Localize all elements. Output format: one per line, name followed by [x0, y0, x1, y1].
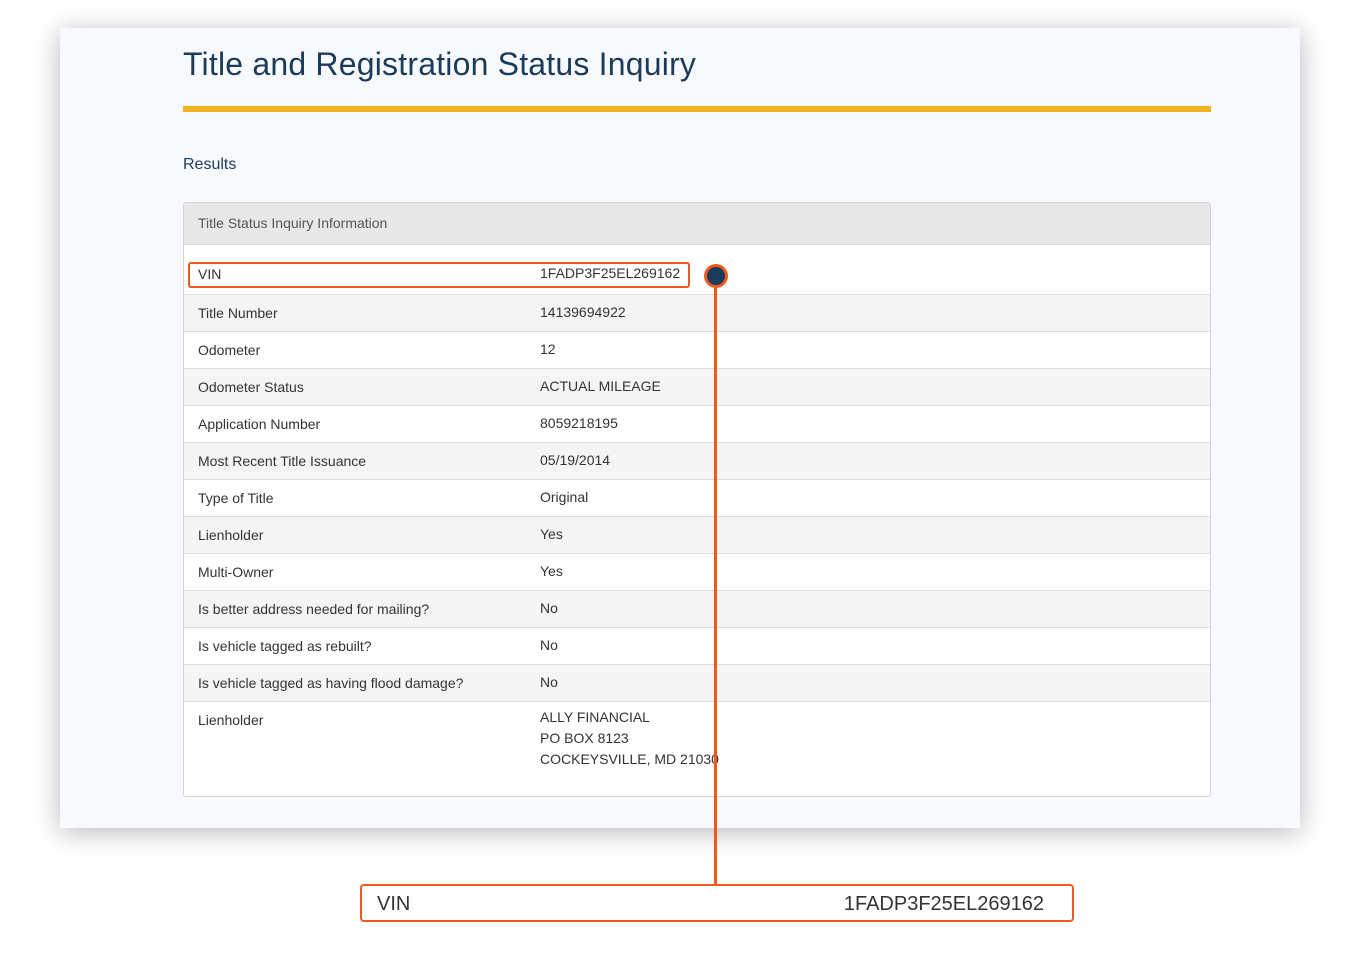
row-value: ACTUAL MILEAGE — [540, 378, 661, 394]
table-row-title-number: Title Number 14139694922 — [184, 294, 1210, 331]
row-label: Most Recent Title Issuance — [198, 453, 367, 469]
page-card: Title and Registration Status Inquiry Re… — [60, 28, 1300, 828]
row-label: Multi-Owner — [198, 564, 274, 580]
table-row-rebuilt: Is vehicle tagged as rebuilt? No — [184, 627, 1210, 664]
address-line: COCKEYSVILLE, MD 21030 — [540, 751, 719, 767]
lienholder-address: ALLY FINANCIAL PO BOX 8123 COCKEYSVILLE,… — [540, 707, 719, 770]
table-row-multi-owner: Multi-Owner Yes — [184, 553, 1210, 590]
table-row-flood-damage: Is vehicle tagged as having flood damage… — [184, 664, 1210, 701]
title-divider — [183, 106, 1211, 112]
table-row-lienholder-address: Lienholder ALLY FINANCIAL PO BOX 8123 CO… — [184, 701, 1210, 780]
row-label: Lienholder — [198, 527, 264, 543]
panel-heading: Title Status Inquiry Information — [184, 203, 1210, 245]
row-value: 8059218195 — [540, 415, 618, 431]
row-value: No — [540, 600, 558, 616]
callout-connector-line — [714, 288, 717, 885]
address-line: PO BOX 8123 — [540, 730, 629, 746]
table-row-title-issuance: Most Recent Title Issuance 05/19/2014 — [184, 442, 1210, 479]
address-line: ALLY FINANCIAL — [540, 709, 650, 725]
callout-anchor-dot — [704, 264, 728, 288]
callout-label: VIN — [377, 893, 411, 915]
row-label: Type of Title — [198, 490, 274, 506]
row-label: Is better address needed for mailing? — [198, 601, 430, 617]
info-table: VIN 1FADP3F25EL269162 Title Number 14139… — [184, 256, 1210, 780]
table-row-odometer-status: Odometer Status ACTUAL MILEAGE — [184, 368, 1210, 405]
results-heading: Results — [183, 156, 237, 173]
page-title: Title and Registration Status Inquiry — [183, 46, 697, 82]
table-row-application-number: Application Number 8059218195 — [184, 405, 1210, 442]
row-label: Is vehicle tagged as having flood damage… — [198, 675, 464, 691]
callout-value: 1FADP3F25EL269162 — [843, 893, 1044, 915]
vin-highlight-box — [188, 262, 690, 288]
row-label: Lienholder — [198, 712, 264, 728]
vin-zoom-callout: VIN 1FADP3F25EL269162 — [360, 884, 1074, 922]
row-label: Odometer — [198, 342, 261, 358]
row-label: Is vehicle tagged as rebuilt? — [198, 638, 372, 654]
row-label: Title Number — [198, 305, 278, 321]
table-row-lienholder-flag: Lienholder Yes — [184, 516, 1210, 553]
table-row-type-of-title: Type of Title Original — [184, 479, 1210, 516]
screenshot-stage: Title and Registration Status Inquiry Re… — [0, 0, 1360, 954]
row-value: 05/19/2014 — [540, 452, 611, 468]
row-value: 14139694922 — [540, 304, 626, 320]
row-value: No — [540, 637, 558, 653]
title-status-panel: Title Status Inquiry Information VIN 1FA… — [183, 202, 1211, 797]
row-value: Yes — [540, 526, 563, 542]
row-value: Yes — [540, 563, 563, 579]
row-label: Odometer Status — [198, 379, 304, 395]
row-value: 12 — [540, 341, 556, 357]
row-value: No — [540, 674, 558, 690]
table-row-odometer: Odometer 12 — [184, 331, 1210, 368]
row-label: Application Number — [198, 416, 321, 432]
row-value: Original — [540, 489, 589, 505]
table-row-better-address: Is better address needed for mailing? No — [184, 590, 1210, 627]
